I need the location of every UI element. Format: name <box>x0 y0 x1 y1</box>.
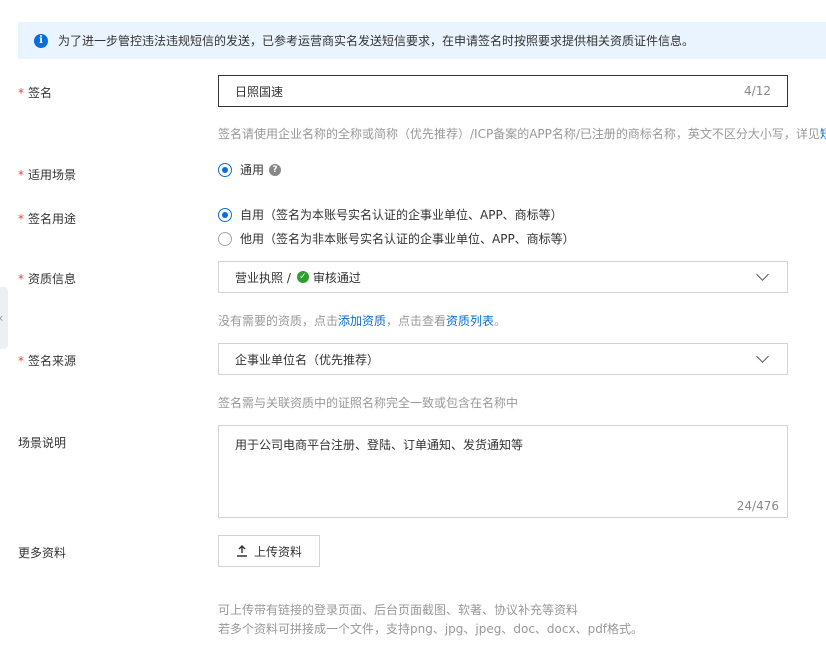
signature-hint-link[interactable]: 短 <box>820 127 826 141</box>
qualification-status: 审核通过 <box>312 270 361 285</box>
scene-label: * 适用场景 <box>18 168 77 182</box>
qualification-type: 营业执照 / <box>235 270 291 285</box>
collapse-panel-tab[interactable]: ‹ <box>0 287 8 349</box>
usage-option-other[interactable]: 他用（签名为非本账号实名认证的企事业单位、APP、商标等） <box>218 230 575 247</box>
source-select[interactable]: 企事业单位名（优先推荐） <box>218 343 788 375</box>
required-mark: * <box>18 168 24 182</box>
required-mark: * <box>18 86 24 100</box>
upload-button[interactable]: 上传资料 <box>218 535 320 567</box>
usage-option-self[interactable]: 自用（签名为本账号实名认证的企事业单位、APP、商标等） <box>218 206 563 223</box>
signature-label: * 签名 <box>18 86 53 100</box>
chevron-down-icon[interactable] <box>756 350 769 363</box>
qualification-hint: 没有需要的资质，点击添加资质，点击查看资质列表。 <box>218 314 507 328</box>
upload-button-label: 上传资料 <box>253 544 302 559</box>
qualification-list-link[interactable]: 资质列表 <box>446 314 494 328</box>
check-circle-icon: ✓ <box>296 271 309 283</box>
description-label: 场景说明 <box>18 436 67 450</box>
notice-banner: i 为了进一步管控违法违规短信的发送，已参考运营商实名发送短信要求，在申请签名时… <box>18 22 826 59</box>
signature-char-count: 4/12 <box>744 84 771 98</box>
notice-text: 为了进一步管控违法违规短信的发送，已参考运营商实名发送短信要求，在申请签名时按照… <box>58 34 695 48</box>
required-mark: * <box>18 272 24 286</box>
signature-hint: 签名请使用企业名称的全称或简称（优先推荐）/ICP备案的APP名称/已注册的商标… <box>218 125 826 142</box>
source-label: * 签名来源 <box>18 354 77 368</box>
source-hint: 签名需与关联资质中的证照名称完全一致或包含在名称中 <box>218 396 519 410</box>
description-value: 用于公司电商平台注册、登陆、订单通知、发货通知等 <box>235 438 524 452</box>
radio-checked-icon[interactable] <box>218 162 232 177</box>
signature-input-value: 日照国速 <box>235 84 284 99</box>
required-mark: * <box>18 212 24 226</box>
usage-label: * 签名用途 <box>18 212 77 226</box>
scene-option-label: 通用 <box>240 163 265 177</box>
source-select-value: 企事业单位名（优先推荐） <box>235 352 380 367</box>
required-mark: * <box>18 354 24 368</box>
upload-icon <box>236 545 247 557</box>
usage-option-self-label: 自用（签名为本账号实名认证的企事业单位、APP、商标等） <box>240 208 563 222</box>
scene-option-general[interactable]: 通用 ? <box>218 161 282 178</box>
radio-unchecked-icon[interactable] <box>218 231 232 246</box>
radio-checked-icon[interactable] <box>218 207 232 222</box>
more-hint-2: 若多个资料可拼接成一个文件，支持png、jpg、jpeg、doc、docx、pd… <box>218 622 644 636</box>
info-icon: i <box>34 33 48 48</box>
description-textarea[interactable]: 用于公司电商平台注册、登陆、订单通知、发货通知等 24/476 <box>218 425 788 518</box>
chevron-down-icon[interactable] <box>756 268 769 281</box>
more-label: 更多资料 <box>18 546 67 560</box>
qualification-label: * 资质信息 <box>18 272 77 286</box>
more-hint-1: 可上传带有链接的登录页面、后台页面截图、软著、协议补充等资料 <box>218 603 579 617</box>
chevron-left-icon: ‹ <box>0 311 3 325</box>
description-char-count: 24/476 <box>736 499 779 513</box>
usage-option-other-label: 他用（签名为非本账号实名认证的企事业单位、APP、商标等） <box>240 232 575 246</box>
help-icon[interactable]: ? <box>269 163 282 176</box>
signature-form-page: ‹ i 为了进一步管控违法违规短信的发送，已参考运营商实名发送短信要求，在申请签… <box>0 0 826 650</box>
qualification-select[interactable]: 营业执照 / ✓ 审核通过 <box>218 261 788 293</box>
signature-input[interactable]: 日照国速 4/12 <box>218 75 788 107</box>
add-qualification-link[interactable]: 添加资质 <box>338 314 386 328</box>
